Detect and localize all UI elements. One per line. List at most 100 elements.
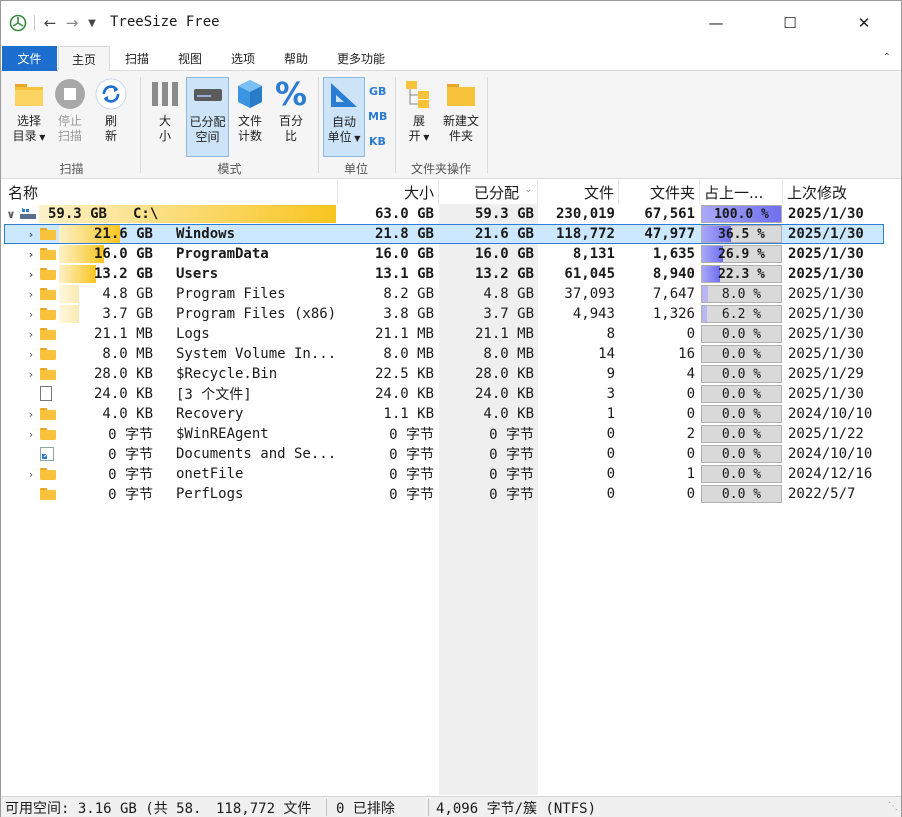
row-name[interactable]: Windows	[176, 224, 336, 244]
col-allocated-header[interactable]: 已分配 ⌄	[439, 180, 538, 204]
forward-arrow-icon[interactable]: →	[63, 13, 81, 33]
table-row[interactable]: › 3.7 GB Program Files (x86) 3.8 GB 3.7 GB 4,…	[1, 304, 901, 324]
expand-chevron-icon[interactable]: ›	[25, 244, 37, 264]
row-name[interactable]: ProgramData	[176, 244, 336, 264]
expand-chevron-icon[interactable]: ›	[25, 364, 37, 384]
row-name[interactable]: PerfLogs	[176, 484, 336, 504]
table-row[interactable]: ∨ 59.3 GB C:\ 63.0 GB 59.3 GB 230,019 67,561 10…	[1, 204, 901, 224]
new-folder-button[interactable]: 新建文 件夹	[441, 77, 481, 144]
expand-chevron-icon[interactable]: ›	[25, 424, 37, 444]
row-allocated: 0 字节	[489, 427, 534, 443]
table-row[interactable]: 0 字节 PerfLogs 0 字节 0 字节 0 0 0.0 % 2022/5/7	[1, 484, 901, 504]
table-row[interactable]: 0 字节 Documents and Se... 0 字节 0 字节 0 0 0.0 % 20…	[1, 444, 901, 464]
close-button[interactable]: ✕	[841, 1, 887, 45]
expand-chevron-icon[interactable]: ›	[25, 264, 37, 284]
row-name[interactable]: C:\	[133, 204, 333, 224]
folder-tree-list[interactable]: ∨ 59.3 GB C:\ 63.0 GB 59.3 GB 230,019 67,561 10…	[1, 204, 901, 795]
expand-chevron-icon[interactable]: ›	[25, 224, 37, 244]
row-name[interactable]: Recovery	[176, 404, 336, 424]
row-name[interactable]: System Volume In...	[176, 344, 336, 364]
stop-scan-button[interactable]: 停止 扫描	[52, 77, 88, 144]
expand-chevron-icon[interactable]: ›	[25, 324, 37, 344]
table-row[interactable]: › 13.2 GB Users 13.1 GB 13.2 GB 61,045 8,940 22…	[1, 264, 901, 284]
row-folders: 67,561	[644, 206, 695, 222]
table-row[interactable]: › 0 字节 onetFile 0 字节 0 字节 0 1 0.0 % 2024/12/16	[1, 464, 901, 484]
row-name[interactable]: Program Files (x86)	[176, 304, 336, 324]
col-name-header[interactable]: 名称	[4, 180, 338, 204]
col-percent-header[interactable]: 占上一...	[700, 180, 783, 204]
tab-more-features[interactable]: 更多功能	[331, 46, 391, 71]
table-row[interactable]: › 21.1 MB Logs 21.1 MB 21.1 MB 8 0 0.0 % 2025/1/…	[1, 324, 901, 344]
tab-help[interactable]: 帮助	[272, 46, 320, 71]
app-logo-icon[interactable]	[8, 13, 28, 33]
size-mode-button[interactable]: 大 小	[147, 77, 183, 144]
percent-button[interactable]: % 百分 比	[273, 77, 309, 144]
resize-grip-icon[interactable]: ⋱	[888, 801, 898, 812]
row-name[interactable]: onetFile	[176, 464, 336, 484]
quick-access-menu-icon[interactable]: ▼	[85, 13, 99, 33]
row-folders: 1,326	[652, 306, 695, 322]
tab-file[interactable]: 文件	[2, 46, 57, 71]
row-percent-bar: 0.0 %	[701, 465, 782, 483]
back-arrow-icon[interactable]: ←	[41, 13, 59, 33]
expand-label-2: 开	[408, 129, 421, 143]
tab-home[interactable]: 主页	[58, 46, 110, 72]
row-percent: 0.0 %	[721, 466, 762, 482]
expand-chevron-icon[interactable]: ›	[25, 404, 37, 424]
folder-icon	[40, 247, 56, 260]
expand-chevron-icon[interactable]: ›	[25, 304, 37, 324]
table-row[interactable]: › 0 字节 $WinREAgent 0 字节 0 字节 0 2 0.0 % 2025/1/22	[1, 424, 901, 444]
col-folders-header[interactable]: 文件夹	[619, 180, 700, 204]
tab-view[interactable]: 视图	[166, 46, 214, 71]
row-files: 37,093	[564, 286, 615, 302]
row-name[interactable]: [3 个文件]	[176, 384, 336, 404]
table-row[interactable]: › 4.0 KB Recovery 1.1 KB 4.0 KB 1 0 0.0 % 2024/1…	[1, 404, 901, 424]
row-size: 0 字节	[389, 447, 434, 463]
auto-unit-button[interactable]: 自动 单位 ▼	[323, 77, 365, 157]
row-name[interactable]: $Recycle.Bin	[176, 364, 336, 384]
maximize-button[interactable]: ☐	[767, 1, 813, 45]
row-files: 3	[606, 386, 615, 402]
row-percent-bar: 0.0 %	[701, 345, 782, 363]
unit-gb-button[interactable]: GB	[369, 85, 386, 98]
row-name[interactable]: $WinREAgent	[176, 424, 336, 444]
row-size: 22.5 KB	[374, 366, 434, 382]
col-files-header[interactable]: 文件	[538, 180, 619, 204]
select-directory-button[interactable]: 选择 目录 ▼	[9, 77, 49, 145]
table-row[interactable]: 24.0 KB [3 个文件] 24.0 KB 24.0 KB 3 0 0.0 % 2025/…	[1, 384, 901, 404]
row-name[interactable]: Logs	[176, 324, 336, 344]
table-row[interactable]: › 21.6 GB Windows 21.8 GB 21.6 GB 118,772 47,9…	[1, 224, 901, 244]
col-modified-header[interactable]: 上次修改	[783, 180, 883, 204]
tab-options[interactable]: 选项	[219, 46, 267, 71]
collapse-chevron-icon[interactable]: ∨	[5, 204, 17, 224]
expand-button[interactable]: 展 开 ▼	[401, 77, 437, 145]
row-size: 13.1 GB	[374, 266, 434, 282]
row-percent: 8.0 %	[721, 286, 762, 302]
row-percent: 0.0 %	[721, 326, 762, 342]
row-modified: 2025/1/30	[788, 306, 864, 322]
expand-chevron-icon[interactable]: ›	[25, 464, 37, 484]
refresh-label-1: 刷	[104, 114, 117, 128]
table-row[interactable]: › 16.0 GB ProgramData 16.0 GB 16.0 GB 8,131 1,…	[1, 244, 901, 264]
auto-unit-label-1: 自动	[331, 115, 356, 129]
table-row[interactable]: › 4.8 GB Program Files 8.2 GB 4.8 GB 37,093 7,…	[1, 284, 901, 304]
expand-chevron-icon[interactable]: ›	[25, 284, 37, 304]
tab-scan[interactable]: 扫描	[113, 46, 161, 71]
ribbon-collapse-icon[interactable]: ⌃	[883, 52, 891, 63]
row-name[interactable]: Users	[176, 264, 336, 284]
col-size-header[interactable]: 大小	[338, 180, 439, 204]
row-share-size: 0 字节	[108, 447, 153, 463]
table-row[interactable]: › 28.0 KB $Recycle.Bin 22.5 KB 28.0 KB 9 4 0.0 …	[1, 364, 901, 384]
allocated-space-button[interactable]: 已分配 空间	[186, 77, 229, 157]
window-title: TreeSize Free	[110, 14, 220, 30]
row-name[interactable]: Program Files	[176, 284, 336, 304]
minimize-button[interactable]: —	[693, 1, 739, 45]
refresh-button[interactable]: 刷 新	[93, 77, 129, 144]
table-row[interactable]: › 8.0 MB System Volume In... 8.0 MB 8.0 MB 14…	[1, 344, 901, 364]
file-count-button[interactable]: 文件 计数	[232, 77, 268, 144]
expand-chevron-icon[interactable]: ›	[25, 344, 37, 364]
unit-kb-button[interactable]: KB	[369, 135, 386, 148]
row-name[interactable]: Documents and Se...	[176, 444, 336, 464]
unit-mb-button[interactable]: MB	[368, 110, 387, 123]
ribbon-home: 选择 目录 ▼ 停止 扫描 刷 新 扫描 大 小 已分配 空间 文件 计数 % …	[1, 71, 901, 179]
